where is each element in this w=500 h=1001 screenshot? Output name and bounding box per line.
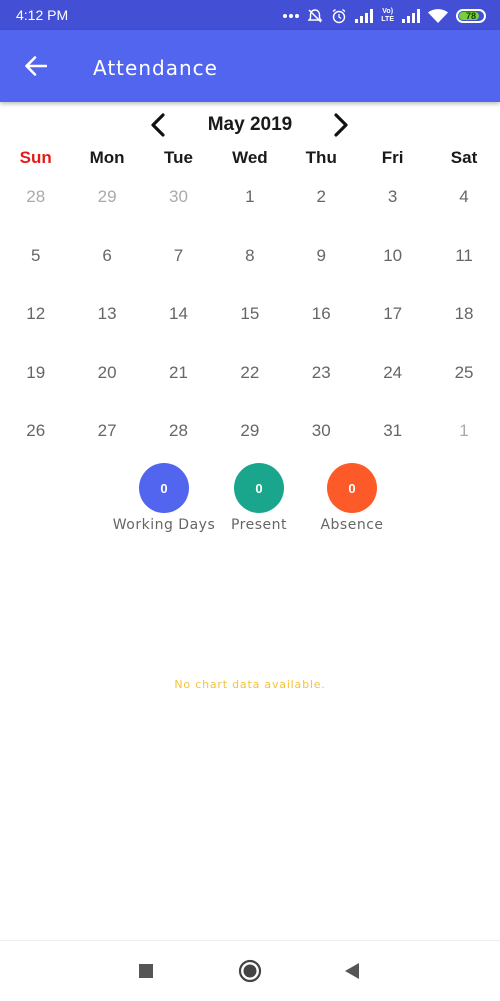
stat-absence: 0 Absence (297, 463, 407, 533)
calendar-day[interactable]: 11 (428, 239, 499, 298)
calendar-day[interactable]: 10 (357, 239, 428, 298)
alarm-clock-icon (332, 8, 346, 24)
calendar-day[interactable]: 17 (357, 297, 428, 356)
calendar-day[interactable]: 22 (214, 356, 285, 415)
calendar-day[interactable]: 1 (214, 180, 285, 239)
weekday-fri: Fri (381, 148, 404, 167)
signal-icon (402, 9, 420, 23)
volte-bottom: LTE (381, 16, 394, 23)
calendar-day[interactable]: 12 (0, 297, 71, 356)
arrow-left-icon (25, 56, 47, 76)
home-button[interactable] (238, 959, 262, 983)
volte-icon: Vo) LTE (381, 8, 394, 24)
weekday-wed: Wed (232, 148, 268, 167)
present-count: 0 (234, 463, 284, 513)
weekday-header: Sun Mon Tue Wed Thu Fri Sat (0, 148, 500, 172)
calendar-day[interactable]: 2 (286, 180, 357, 239)
absence-label: Absence (320, 517, 384, 533)
chart-empty-message: No chart data available. (174, 678, 326, 691)
calendar-day[interactable]: 24 (357, 356, 428, 415)
prev-month-button[interactable] (143, 110, 173, 140)
weekday-sat: Sat (450, 148, 478, 167)
wifi-icon (428, 8, 448, 23)
stat-working-days: 0 Working Days (109, 463, 219, 533)
page-title: Attendance (93, 56, 218, 80)
month-header: May 2019 (0, 108, 500, 142)
working-days-label: Working Days (112, 517, 216, 533)
calendar-day[interactable]: 15 (214, 297, 285, 356)
volte-top: Vo) (382, 8, 394, 15)
calendar-day[interactable]: 7 (143, 239, 214, 298)
calendar-grid: 28 29 30 1 2 3 4 5 6 7 8 9 10 11 12 13 1… (0, 180, 500, 473)
next-month-button[interactable] (326, 110, 356, 140)
attendance-stats: 0 Working Days 0 Present 0 Absence (0, 463, 500, 543)
calendar-day[interactable]: 14 (143, 297, 214, 356)
weekday-thu: Thu (305, 148, 337, 167)
calendar-day[interactable]: 19 (0, 356, 71, 415)
week-row: 5 6 7 8 9 10 11 (0, 239, 500, 298)
weekday-tue: Tue (163, 148, 193, 167)
more-dots-icon (283, 14, 300, 18)
signal-icon (355, 9, 374, 23)
calendar-day[interactable]: 29 (71, 180, 142, 239)
status-icons: Vo) LTE 78 (283, 6, 486, 26)
calendar-day[interactable]: 21 (143, 356, 214, 415)
calendar-day[interactable]: 16 (286, 297, 357, 356)
home-circle-icon (238, 959, 262, 983)
system-nav-bar (0, 940, 500, 1001)
calendar-day[interactable]: 20 (71, 356, 142, 415)
working-days-count: 0 (139, 463, 189, 513)
recents-square-icon (139, 964, 153, 978)
chevron-left-icon (151, 113, 165, 137)
week-row: 28 29 30 1 2 3 4 (0, 180, 500, 239)
calendar-day[interactable]: 6 (71, 239, 142, 298)
battery-level: 78 (465, 11, 476, 21)
back-button[interactable] (14, 44, 58, 88)
recents-button[interactable] (134, 959, 158, 983)
app-bar: Attendance (0, 30, 500, 102)
calendar-day[interactable]: 28 (0, 180, 71, 239)
week-row: 12 13 14 15 16 17 18 (0, 297, 500, 356)
month-label: May 2019 (207, 114, 293, 135)
back-nav-button[interactable] (340, 959, 364, 983)
calendar-day[interactable]: 18 (428, 297, 499, 356)
battery-icon: 78 (456, 9, 486, 23)
week-row: 19 20 21 22 23 24 25 (0, 356, 500, 415)
calendar-day[interactable]: 23 (286, 356, 357, 415)
weekday-mon: Mon (89, 148, 125, 167)
calendar-day[interactable]: 3 (357, 180, 428, 239)
back-triangle-icon (345, 963, 359, 979)
chevron-right-icon (334, 113, 348, 137)
calendar-day[interactable]: 30 (143, 180, 214, 239)
calendar-day[interactable]: 13 (71, 297, 142, 356)
calendar-day[interactable]: 9 (286, 239, 357, 298)
weekday-sun: Sun (19, 148, 52, 167)
status-bar: 4:12 PM Vo) LTE 78 (0, 0, 500, 30)
alarm-off-icon (307, 9, 323, 23)
absence-count: 0 (327, 463, 377, 513)
status-time: 4:12 PM (16, 7, 69, 23)
calendar-day[interactable]: 25 (428, 356, 499, 415)
calendar-day[interactable]: 5 (0, 239, 71, 298)
calendar-day[interactable]: 8 (214, 239, 285, 298)
calendar-day[interactable]: 4 (428, 180, 499, 239)
